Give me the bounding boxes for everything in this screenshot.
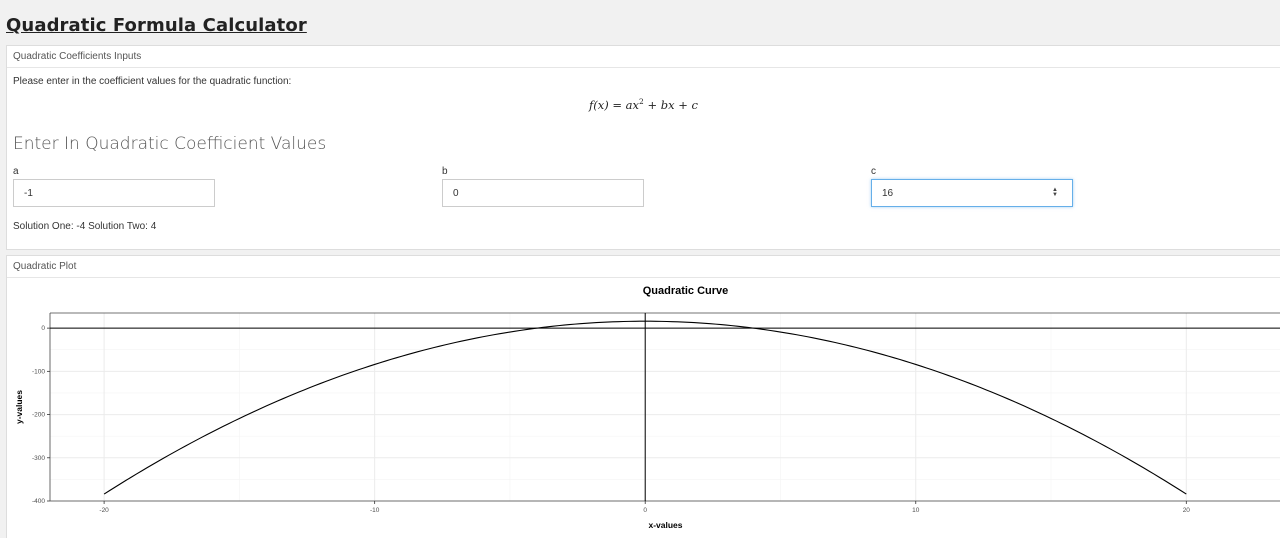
coefficients-panel: Quadratic Coefficients Inputs Please ent…: [6, 45, 1280, 250]
y-axis-title: y-values: [14, 390, 24, 424]
coefficient-c-input[interactable]: [871, 179, 1073, 207]
y-tick-label: -100: [32, 368, 45, 375]
label-b: b: [442, 166, 448, 177]
coefficients-panel-heading: Quadratic Coefficients Inputs: [7, 46, 1280, 68]
solution-two-label: Solution Two:: [88, 221, 148, 232]
section-title: Enter In Quadratic Coefficient Values: [13, 134, 327, 154]
x-tick-label: 0: [643, 507, 647, 514]
plot-panel: Quadratic Plot -20 -10 0 10 20 0 -100 -200 -300-…: [6, 255, 1280, 538]
coefficient-b-input[interactable]: [442, 179, 644, 207]
solution-text: Solution One: -4 Solution Two: 4: [13, 221, 156, 232]
y-tick-label: 0: [41, 325, 45, 332]
solution-two-value: 4: [150, 221, 157, 232]
number-spinner[interactable]: ▲ ▼: [1052, 187, 1058, 198]
quadratic-formula: f(x) = ax2 + bx + c: [7, 97, 1280, 112]
chart-title: Quadratic Curve: [643, 285, 729, 297]
formula-lhs: f(x) = ax: [589, 97, 640, 112]
label-c: c: [871, 166, 876, 177]
x-tick-label: 10: [912, 507, 920, 514]
app-title: Quadratic Formula Calculator: [6, 15, 307, 36]
intro-text: Please enter in the coefficient values f…: [13, 76, 292, 87]
plot-panel-heading: Quadratic Plot: [7, 256, 1280, 278]
quadratic-plot: -20 -10 0 10 200-100-200-300-400Quadratic Cu…: [14, 285, 1280, 530]
y-tick-label: -200: [32, 412, 45, 419]
label-a: a: [13, 166, 19, 177]
solution-one-value: -4: [76, 221, 86, 232]
y-tick-label: -300: [32, 455, 45, 462]
spinner-down-icon[interactable]: ▼: [1052, 192, 1058, 198]
x-tick-label: -10: [370, 507, 380, 514]
y-tick-label: -400: [32, 498, 45, 505]
x-tick-label: -20: [99, 507, 109, 514]
coefficient-a-input[interactable]: [13, 179, 215, 207]
x-tick-label: 20: [1183, 507, 1191, 514]
formula-rhs: + bx + c: [643, 97, 698, 112]
x-axis-title: x-values: [648, 520, 682, 530]
solution-one-label: Solution One:: [13, 221, 74, 232]
